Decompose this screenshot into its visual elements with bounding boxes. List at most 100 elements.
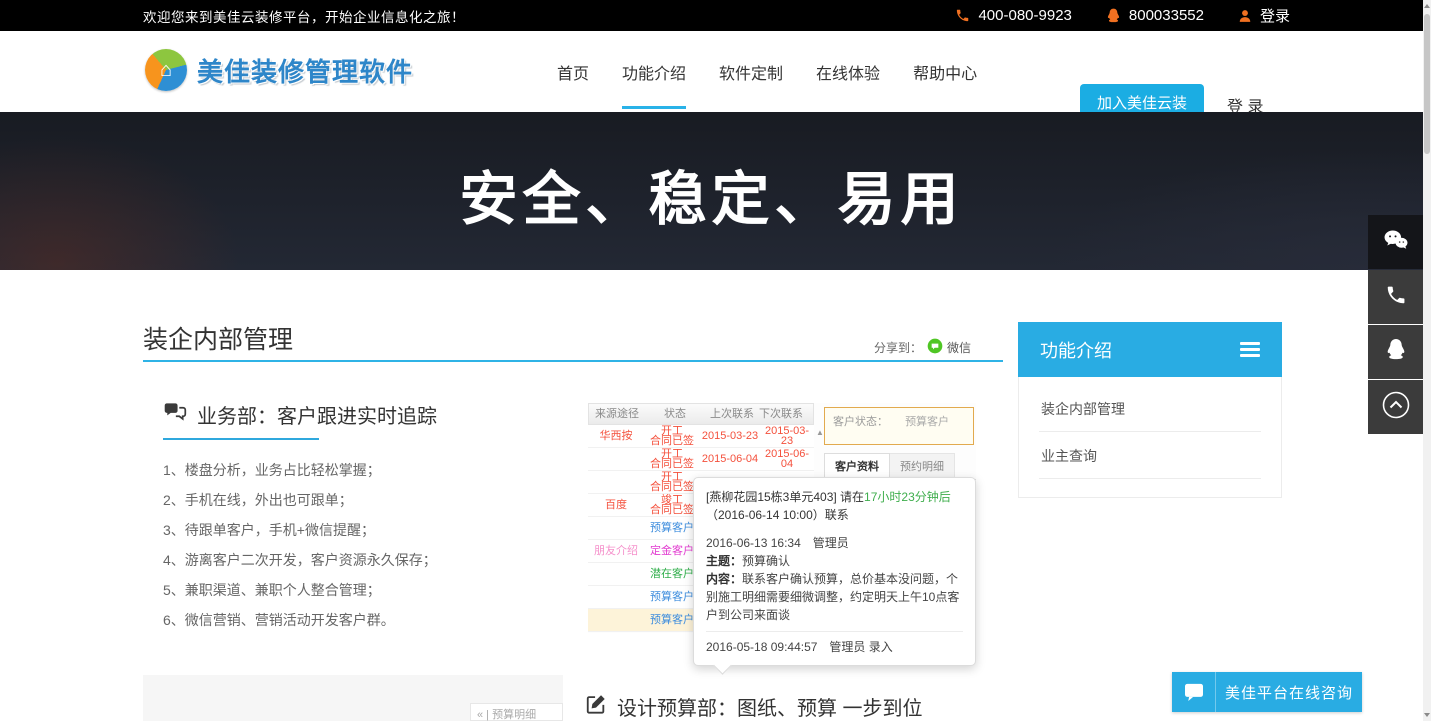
crm-header-cell: 上次联系 bbox=[705, 404, 759, 424]
tab-customer-info: 客户资料 bbox=[824, 453, 890, 479]
topbar-login[interactable]: 登录 bbox=[1238, 5, 1290, 26]
share-wechat-label: 微信 bbox=[947, 339, 971, 356]
sidebar-title: 功能介绍 bbox=[1040, 337, 1112, 363]
nav-menu-item[interactable]: 在线体验 bbox=[816, 31, 880, 112]
nav-menu-item-label: 帮助中心 bbox=[913, 60, 977, 84]
feature1-heading-text: 业务部：客户跟进实时追踪 bbox=[197, 400, 437, 429]
crm-cell-status: 定金客户 bbox=[644, 540, 700, 562]
topbar-qq: 800033552 bbox=[1106, 7, 1204, 24]
share-label: 分享到： bbox=[874, 339, 922, 356]
chat-icon bbox=[1172, 672, 1216, 712]
crm-cell-source bbox=[588, 448, 644, 470]
qq-icon bbox=[1385, 338, 1407, 367]
scrollbar-up-arrow[interactable] bbox=[1424, 4, 1430, 8]
crm-cell-status: 预算客户 bbox=[644, 517, 700, 539]
crm-table-row: 华西按开工 合同已签2015-03-232015-03-23 bbox=[588, 425, 814, 448]
main-nav: ⌂ 美佳装修管理软件 首页 功能介绍 软件定制 在线体验 bbox=[0, 31, 1423, 112]
crm-cell-source bbox=[588, 563, 644, 585]
logo-house-icon: ⌂ bbox=[145, 49, 187, 91]
hero-title: 安全、稳定、易用 bbox=[0, 112, 1423, 236]
feature2-heading: 设计预算部：图纸、预算 一步到位 bbox=[585, 692, 923, 721]
section-divider bbox=[143, 360, 1003, 362]
crm-cell-last: 2015-03-23 bbox=[700, 425, 760, 447]
nav-menu-item[interactable]: 功能介绍 bbox=[622, 31, 686, 112]
topbar-qq-number: 800033552 bbox=[1129, 7, 1204, 24]
user-icon bbox=[1238, 9, 1252, 23]
tooltip-content-label: 内容： bbox=[706, 572, 742, 586]
sidebar-header: 功能介绍 bbox=[1018, 322, 1282, 377]
nav-menu: 首页 功能介绍 软件定制 在线体验 帮助中心 bbox=[557, 31, 977, 112]
crm-cell-status: 竣工 合同已签 bbox=[644, 494, 700, 516]
online-consult-button[interactable]: 美佳平台在线咨询 bbox=[1172, 672, 1362, 712]
feature1-list-item: 1、楼盘分析，业务占比轻松掌握； bbox=[163, 455, 437, 485]
nav-menu-item[interactable]: 软件定制 bbox=[719, 31, 783, 112]
topbar-phone-number: 400-080-9923 bbox=[978, 7, 1071, 24]
wechat-icon bbox=[1383, 229, 1409, 256]
nav-menu-item[interactable]: 首页 bbox=[557, 31, 589, 112]
tooltip-reminder-prefix: [燕柳花园15栋3单元403] 请在 bbox=[706, 490, 864, 504]
tooltip-subject-label: 主题： bbox=[706, 554, 742, 568]
crm-cell-status: 预算客户 bbox=[644, 609, 700, 631]
comments-icon bbox=[163, 402, 187, 428]
customer-status-value: 预算客户 bbox=[905, 416, 949, 428]
nav-menu-item-label: 功能介绍 bbox=[622, 60, 686, 84]
tab-appointment-detail: 预约明细 bbox=[890, 453, 955, 479]
tooltip-content-line: 内容：联系客户确认预算，总价基本没问题，个别施工明细需要细微调整，约定明天上午1… bbox=[706, 570, 963, 624]
tooltip-footer: 2016-05-18 09:44:57 管理员 录入 bbox=[706, 638, 963, 656]
crm-cell-source bbox=[588, 609, 644, 631]
topbar-login-label: 登录 bbox=[1260, 5, 1290, 26]
feature1-list-item: 6、微信营销、营销活动开发客户群。 bbox=[163, 605, 437, 635]
followup-tooltip: [燕柳花园15栋3单元403] 请在17小时23分钟后 （2016-06-14 1… bbox=[693, 477, 976, 666]
crm-table-header: 来源途径 状态 上次联系 下次联系 bbox=[588, 403, 814, 425]
crm-cell-source: 百度 bbox=[588, 494, 644, 516]
feature1-list-item: 4、游离客户二次开发，客户资源永久保存； bbox=[163, 545, 437, 575]
crm-table-row: 开工 合同已签2015-06-042015-06-04 bbox=[588, 448, 814, 471]
crm-cell-next: 2015-06-04 bbox=[760, 448, 814, 470]
wechat-button[interactable] bbox=[1368, 215, 1423, 269]
topbar-contact: 400-080-9923 800033552 登录 bbox=[955, 0, 1290, 31]
sidebar-item[interactable]: 装企内部管理 bbox=[1039, 385, 1261, 432]
sidebar-item[interactable]: 业主查询 bbox=[1039, 432, 1261, 479]
logo[interactable]: ⌂ 美佳装修管理软件 bbox=[145, 49, 413, 91]
page: 欢迎您来到美佳云装修平台，开始企业信息化之旅！ 400-080-9923 800… bbox=[0, 0, 1431, 721]
hero-banner: 安全、稳定、易用 bbox=[0, 112, 1423, 270]
feature1-list-item: 5、兼职渠道、兼职个人整合管理； bbox=[163, 575, 437, 605]
topbar-phone: 400-080-9923 bbox=[955, 7, 1071, 24]
chevron-up-icon bbox=[1381, 390, 1411, 425]
scrollbar-thumb[interactable] bbox=[1424, 14, 1430, 154]
crm-cell-next: 2015-03-23 bbox=[760, 425, 814, 447]
crm-header-cell: 下次联系 bbox=[759, 404, 803, 424]
welcome-text: 欢迎您来到美佳云装修平台，开始企业信息化之旅！ bbox=[143, 6, 465, 26]
qq-button[interactable] bbox=[1368, 325, 1423, 379]
phone-button[interactable] bbox=[1368, 270, 1423, 324]
sidebar-features: 功能介绍 装企内部管理 业主查询 bbox=[1018, 322, 1282, 498]
tooltip-reminder-suffix: （2016-06-14 10:00）联系 bbox=[706, 508, 849, 522]
nav-menu-item[interactable]: 帮助中心 bbox=[913, 31, 977, 112]
edit-icon bbox=[585, 693, 607, 721]
customer-status-box: 客户状态： 预算客户 bbox=[824, 407, 974, 445]
page-title: 装企内部管理 bbox=[143, 320, 293, 356]
menu-icon[interactable] bbox=[1240, 339, 1260, 360]
phone-icon bbox=[1385, 284, 1407, 311]
crm-cell-status: 开工 合同已签 bbox=[644, 425, 700, 447]
tooltip-subject: 预算确认 bbox=[742, 554, 790, 568]
floating-rail bbox=[1368, 215, 1423, 435]
nav-menu-item-label: 软件定制 bbox=[719, 60, 783, 84]
inner-scroll-up-icon: ▲ bbox=[816, 428, 824, 437]
feature1-list-item: 2、手机在线，外出也可跟单； bbox=[163, 485, 437, 515]
feature2-heading-text: 设计预算部：图纸、预算 一步到位 bbox=[617, 692, 923, 721]
share-wechat-button[interactable]: 微信 bbox=[927, 338, 971, 357]
feature1-list-item: 3、待跟单客户，手机+微信提醒； bbox=[163, 515, 437, 545]
scrollbar-down-arrow[interactable] bbox=[1424, 713, 1430, 717]
crm-cell-last: 2015-06-04 bbox=[700, 448, 760, 470]
crm-cell-source bbox=[588, 471, 644, 493]
back-to-top-button[interactable] bbox=[1368, 380, 1423, 434]
budget-screenshot-placeholder: « | 预算明细 bbox=[143, 675, 563, 721]
scrollbar[interactable] bbox=[1423, 0, 1431, 721]
tooltip-content: 联系客户确认预算，总价基本没问题，个别施工明细需要细微调整，约定明天上午10点客… bbox=[706, 572, 959, 622]
crm-tabs: 客户资料 预约明细 bbox=[824, 453, 976, 480]
crm-cell-source bbox=[588, 586, 644, 608]
tooltip-subject-line: 主题：预算确认 bbox=[706, 552, 963, 570]
tooltip-countdown: 17小时23分钟后 bbox=[864, 490, 951, 504]
logo-text: 美佳装修管理软件 bbox=[197, 52, 413, 89]
